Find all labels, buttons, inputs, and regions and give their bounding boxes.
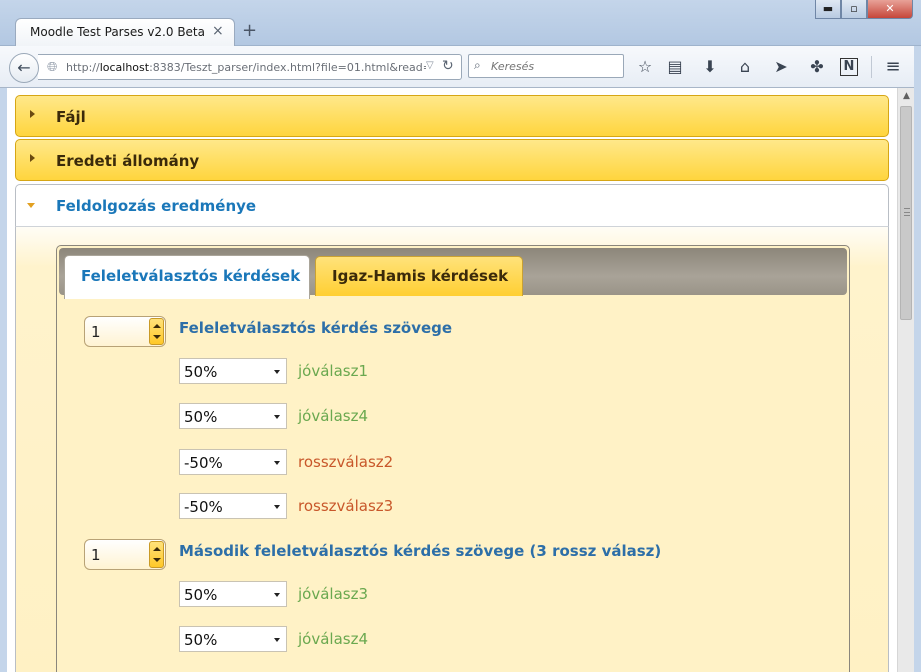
close-tab-icon[interactable]: × bbox=[212, 23, 224, 39]
menu-icon[interactable]: ≡ bbox=[882, 56, 904, 78]
reading-list-icon[interactable]: ▤ bbox=[664, 56, 686, 78]
search-input[interactable] bbox=[491, 58, 619, 75]
answer-text: rosszválasz3 bbox=[298, 497, 394, 515]
section-label: Fájl bbox=[56, 108, 86, 126]
question-tabs: Feleletválasztós kérdések Igaz-Hamis kér… bbox=[56, 245, 850, 672]
section-file[interactable]: Fájl bbox=[15, 95, 889, 137]
url-dropdown-icon[interactable]: ▽ bbox=[426, 60, 434, 71]
dropdown-caret-icon bbox=[274, 593, 280, 597]
extension-icon[interactable]: ✤ bbox=[806, 56, 828, 78]
toolbar-separator bbox=[871, 56, 872, 78]
window-frame-left bbox=[0, 88, 7, 672]
collapsed-arrow-icon bbox=[30, 110, 35, 118]
scroll-up-icon[interactable]: ▲ bbox=[898, 88, 915, 105]
bookmark-star-icon[interactable]: ☆ bbox=[634, 56, 656, 78]
vertical-scrollbar[interactable]: ▲ bbox=[897, 88, 914, 672]
tab-label: Feleletválasztós kérdések bbox=[81, 267, 301, 285]
search-icon: ⌕ bbox=[474, 58, 481, 72]
spin-buttons bbox=[149, 541, 164, 568]
points-value: 1 bbox=[91, 546, 101, 564]
answer-percent-select[interactable]: 50% bbox=[179, 358, 287, 384]
answer-percent-select[interactable]: -50% bbox=[179, 449, 287, 475]
select-value: 50% bbox=[184, 631, 218, 649]
expanded-arrow-icon bbox=[27, 203, 35, 208]
maximize-button[interactable]: ▫ bbox=[841, 0, 867, 19]
question-title: Feleletválasztós kérdés szövege bbox=[179, 319, 453, 337]
answer-percent-select[interactable]: 50% bbox=[179, 403, 287, 429]
spin-up-icon[interactable] bbox=[153, 547, 161, 551]
section-processing-result[interactable]: Feldolgozás eredménye bbox=[15, 184, 889, 226]
dropdown-caret-icon bbox=[274, 461, 280, 465]
select-value: 50% bbox=[184, 363, 218, 381]
home-icon[interactable]: ⌂ bbox=[734, 56, 756, 78]
page-viewport: Fájl Eredeti állomány Feldolgozás eredmé… bbox=[7, 88, 903, 672]
download-icon[interactable]: ⬇ bbox=[699, 56, 721, 78]
url-bar[interactable]: 🌐︎ http://localhost:8383/Teszt_parser/in… bbox=[38, 54, 462, 80]
dropdown-caret-icon bbox=[274, 370, 280, 374]
tab-label: Igaz-Hamis kérdések bbox=[332, 267, 509, 285]
reload-icon[interactable]: ↻ bbox=[442, 58, 454, 74]
answer-text: rosszválasz2 bbox=[298, 453, 394, 471]
question-title: Második feleletválasztós kérdés szövege … bbox=[179, 542, 662, 560]
minimize-button[interactable]: ▬ bbox=[815, 0, 841, 19]
section-label: Feldolgozás eredménye bbox=[56, 197, 257, 215]
section-label: Eredeti állomány bbox=[56, 152, 200, 170]
points-spinner[interactable]: 1 bbox=[84, 539, 166, 570]
spin-down-icon[interactable] bbox=[153, 558, 161, 562]
tab-title: Moodle Test Parses v2.0 Beta bbox=[30, 25, 205, 39]
processing-result-panel: Feleletválasztós kérdések Igaz-Hamis kér… bbox=[15, 226, 889, 672]
select-value: 50% bbox=[184, 586, 218, 604]
window-frame-right bbox=[914, 46, 921, 672]
select-value: -50% bbox=[184, 454, 223, 472]
answer-text: jóválasz3 bbox=[298, 585, 369, 603]
answer-percent-select[interactable]: 50% bbox=[179, 581, 287, 607]
back-button[interactable]: ← bbox=[9, 53, 39, 83]
tabs-bar: Feleletválasztós kérdések Igaz-Hamis kér… bbox=[59, 248, 847, 299]
scrollbar-thumb[interactable] bbox=[900, 106, 912, 320]
collapsed-arrow-icon bbox=[30, 154, 35, 162]
spin-up-icon[interactable] bbox=[153, 324, 161, 328]
spin-buttons bbox=[149, 318, 164, 345]
netbeans-icon[interactable]: N bbox=[840, 58, 858, 76]
answer-text: jóválasz4 bbox=[298, 407, 369, 425]
tab-multiple-choice[interactable]: Feleletválasztós kérdések bbox=[64, 255, 310, 299]
points-value: 1 bbox=[91, 323, 101, 341]
section-original-file[interactable]: Eredeti állomány bbox=[15, 139, 889, 181]
spin-down-icon[interactable] bbox=[153, 335, 161, 339]
answer-percent-select[interactable]: 50% bbox=[179, 626, 287, 652]
close-window-button[interactable]: ✕ bbox=[867, 0, 913, 19]
search-box[interactable]: ⌕ bbox=[468, 54, 624, 78]
browser-tab[interactable]: Moodle Test Parses v2.0 Beta × bbox=[15, 18, 235, 46]
window-controls: ▬ ▫ ✕ bbox=[815, 0, 913, 20]
dropdown-caret-icon bbox=[274, 415, 280, 419]
url-text: http://localhost:8383/Teszt_parser/index… bbox=[66, 61, 426, 74]
answer-text: jóválasz1 bbox=[298, 362, 369, 380]
select-value: -50% bbox=[184, 498, 223, 516]
nav-toolbar: 🌐︎ http://localhost:8383/Teszt_parser/in… bbox=[0, 46, 921, 88]
points-spinner[interactable]: 1 bbox=[84, 316, 166, 347]
globe-icon: 🌐︎ bbox=[47, 60, 58, 75]
title-bar: Moodle Test Parses v2.0 Beta × + ▬ ▫ ✕ bbox=[0, 0, 921, 46]
send-icon[interactable]: ➤ bbox=[770, 56, 792, 78]
tab-true-false[interactable]: Igaz-Hamis kérdések bbox=[315, 256, 523, 296]
new-tab-button[interactable]: + bbox=[242, 20, 257, 41]
dropdown-caret-icon bbox=[274, 505, 280, 509]
answer-text: jóválasz4 bbox=[298, 630, 369, 648]
answer-percent-select[interactable]: -50% bbox=[179, 493, 287, 519]
select-value: 50% bbox=[184, 408, 218, 426]
back-arrow-icon: ← bbox=[17, 58, 31, 77]
grip-icon bbox=[904, 208, 910, 216]
dropdown-caret-icon bbox=[274, 638, 280, 642]
